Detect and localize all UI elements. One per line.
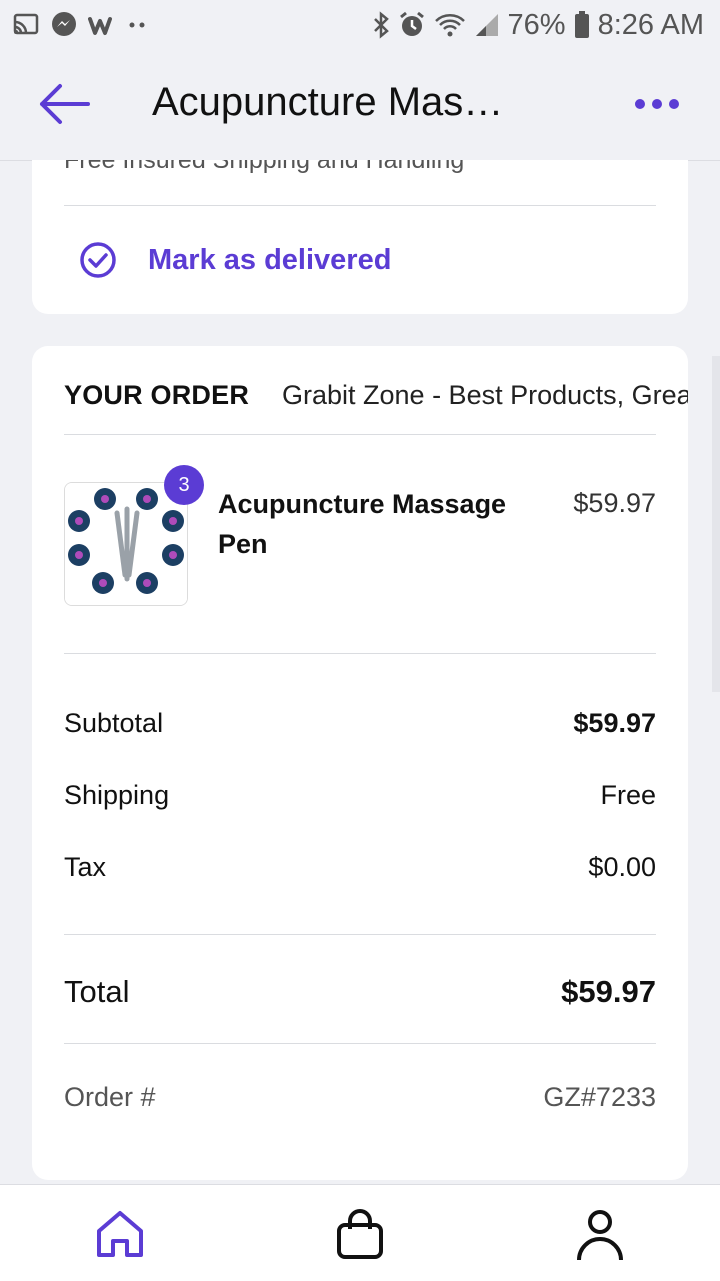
profile-icon xyxy=(577,1210,623,1261)
battery-icon xyxy=(574,11,590,39)
arrow-left-icon xyxy=(40,84,90,124)
scrollbar[interactable] xyxy=(712,356,720,692)
wifi-icon xyxy=(434,12,466,38)
store-name[interactable]: Grabit Zone - Best Products, Grea xyxy=(282,380,688,411)
total-label: Total xyxy=(64,974,130,1009)
order-number-row: Order # GZ#7233 xyxy=(64,1082,656,1113)
more-dots-icon xyxy=(128,20,148,30)
bluetooth-icon xyxy=(372,11,390,39)
signal-icon xyxy=(474,12,500,38)
shipping-value: Free xyxy=(600,780,656,810)
subtotal-label: Subtotal xyxy=(64,708,164,738)
divider xyxy=(64,653,656,654)
back-button[interactable] xyxy=(36,82,92,126)
mark-as-delivered-button[interactable]: Mark as delivered xyxy=(78,240,391,280)
divider xyxy=(64,205,656,206)
app-bar: Acupuncture Mas… xyxy=(0,50,720,161)
order-heading: YOUR ORDER xyxy=(64,380,250,410)
home-icon xyxy=(97,1211,143,1257)
check-circle-icon xyxy=(80,242,116,278)
clock: 8:26 AM xyxy=(597,8,704,41)
subtotal-value: $59.97 xyxy=(573,708,656,738)
shipping-label: Shipping xyxy=(64,780,170,810)
tax-row: Tax $0.00 xyxy=(64,852,656,883)
nav-orders-button[interactable] xyxy=(330,1205,390,1265)
bottom-nav xyxy=(0,1184,720,1281)
order-number-label: Order # xyxy=(64,1082,156,1112)
total-row: Total $59.97 xyxy=(64,974,656,1010)
tax-label: Tax xyxy=(64,852,107,882)
divider xyxy=(64,934,656,935)
shopping-bag-icon xyxy=(337,1209,383,1259)
product-price: $59.97 xyxy=(573,488,656,518)
quantity-badge: 3 xyxy=(164,465,204,505)
tax-value: $0.00 xyxy=(588,852,656,882)
nav-home-button[interactable] xyxy=(90,1205,150,1265)
shipping-method-text: Free Insured Shipping and Handling xyxy=(64,160,465,174)
product-name[interactable]: Acupuncture Massage Pen xyxy=(218,484,538,564)
subtotal-row: Subtotal $59.97 xyxy=(64,708,656,739)
order-number-value: GZ#7233 xyxy=(543,1082,656,1112)
divider xyxy=(64,1043,656,1044)
shipping-card: Free Insured Shipping and Handling Mark … xyxy=(32,160,688,314)
more-options-button[interactable] xyxy=(634,90,680,118)
more-horizontal-icon xyxy=(635,99,679,109)
cast-icon xyxy=(12,13,40,37)
order-card: YOUR ORDER Grabit Zone - Best Products, … xyxy=(32,346,688,1180)
shipping-row: Shipping Free xyxy=(64,780,656,811)
page-title: Acupuncture Mas… xyxy=(152,80,504,124)
wish-icon xyxy=(88,13,118,37)
alarm-icon xyxy=(398,11,426,39)
divider xyxy=(64,434,656,435)
order-header: YOUR ORDER Grabit Zone - Best Products, … xyxy=(64,380,688,420)
status-bar: 76% 8:26 AM xyxy=(0,0,720,50)
messenger-icon xyxy=(50,11,78,39)
product-image[interactable] xyxy=(64,482,188,606)
battery-percent: 76% xyxy=(507,8,566,41)
nav-profile-button[interactable] xyxy=(570,1205,630,1265)
mark-as-delivered-label: Mark as delivered xyxy=(148,243,392,276)
total-value: $59.97 xyxy=(561,974,656,1009)
